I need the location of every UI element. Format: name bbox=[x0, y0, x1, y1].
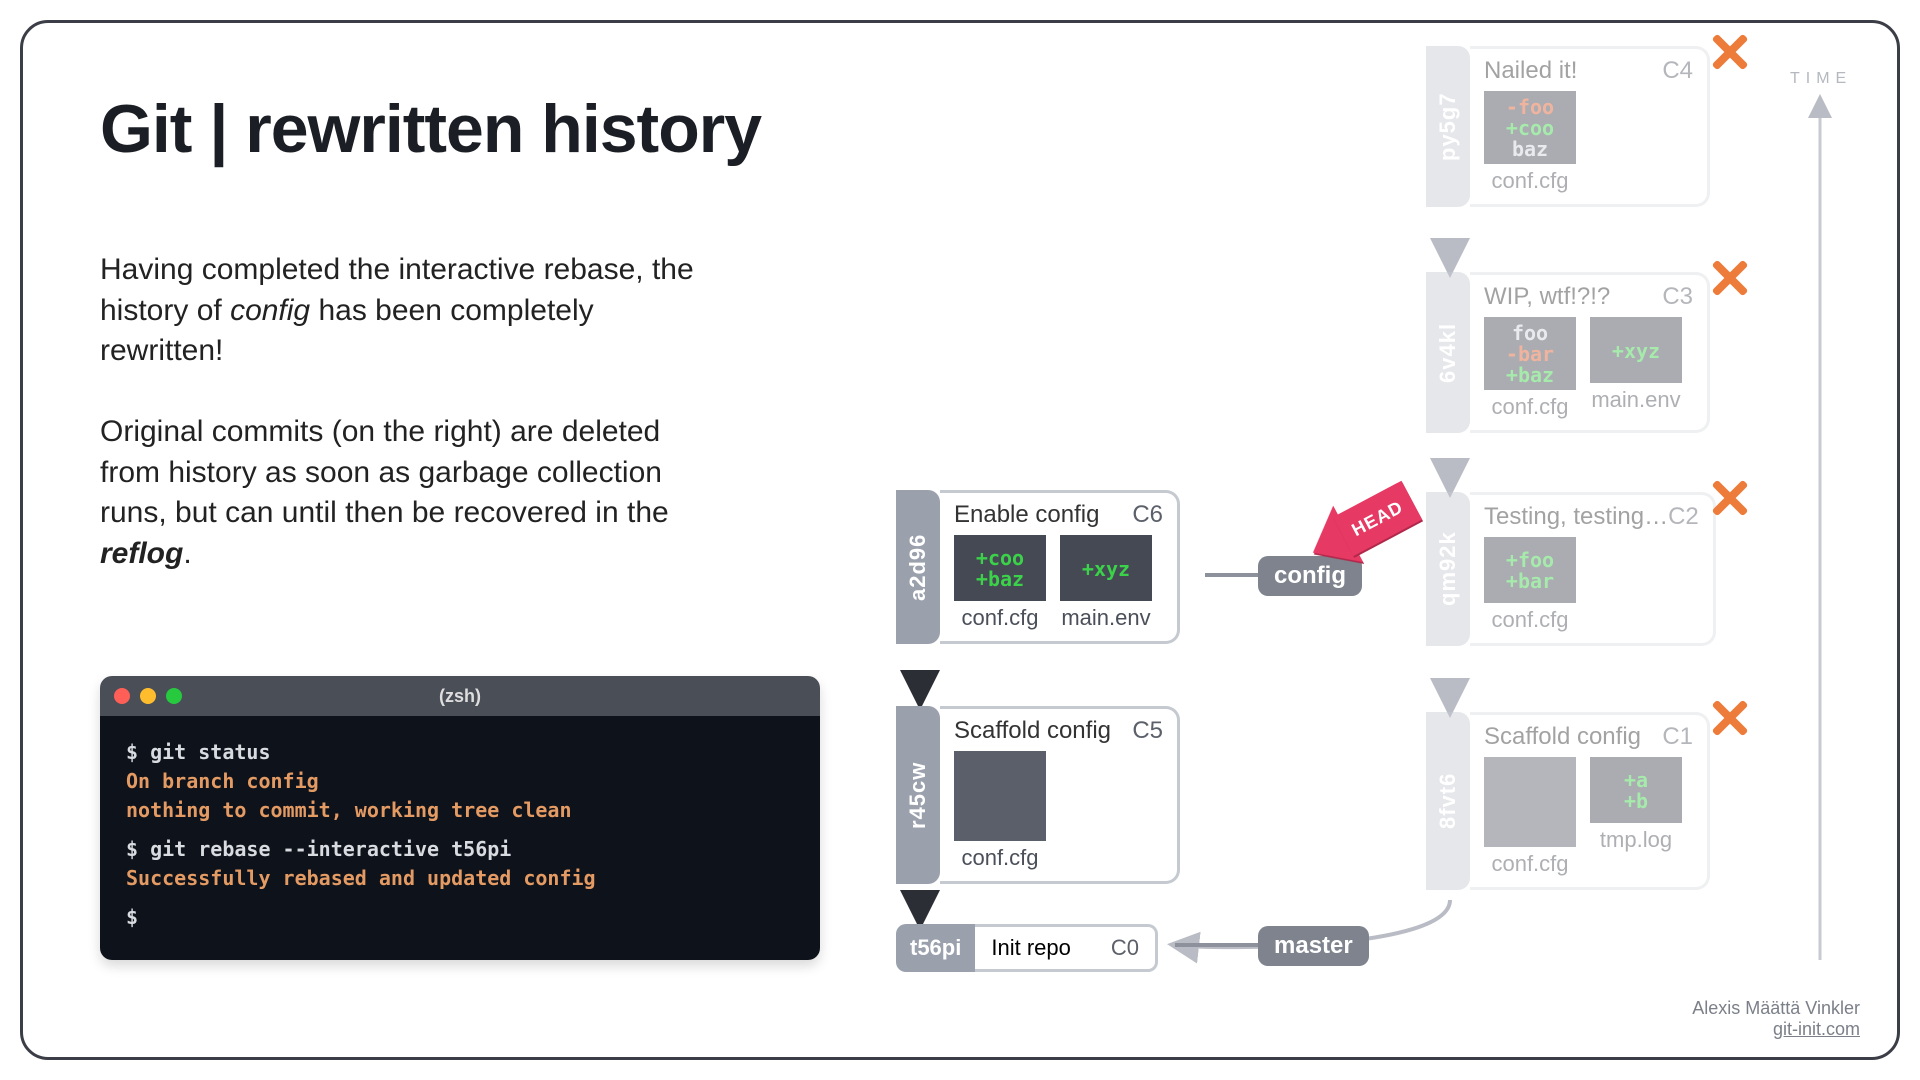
diff-block: +foo +bar bbox=[1484, 537, 1576, 603]
text-emph: config bbox=[230, 294, 310, 327]
paragraph-1: Having completed the interactive rebase,… bbox=[100, 250, 720, 372]
commit-message: Scaffold config bbox=[954, 717, 1111, 745]
file-name: conf.cfg bbox=[954, 605, 1046, 631]
file-name: conf.cfg bbox=[954, 845, 1046, 871]
commit-c6: a2d96 Enable config C6 +coo +baz conf.cf… bbox=[896, 490, 1180, 644]
diff-block: foo -bar +baz bbox=[1484, 317, 1576, 390]
terminal-window: (zsh) $ git status On branch config noth… bbox=[100, 676, 820, 960]
diff-line: +b bbox=[1624, 791, 1648, 812]
diff-block: -foo +coo baz bbox=[1484, 91, 1576, 164]
commit-c0: t56pi Init repo C0 bbox=[896, 924, 1158, 972]
file-name: conf.cfg bbox=[1484, 394, 1576, 420]
diff-block bbox=[1484, 757, 1576, 847]
term-line: On branch config bbox=[126, 767, 794, 796]
commit-hash: qm92k bbox=[1426, 492, 1470, 646]
file-name: conf.cfg bbox=[1484, 607, 1576, 633]
terminal-body: $ git status On branch config nothing to… bbox=[100, 716, 820, 960]
diff-line: baz bbox=[1512, 139, 1548, 160]
commit-label: C1 bbox=[1662, 723, 1693, 751]
file-name: tmp.log bbox=[1590, 827, 1682, 853]
commit-message: Testing, testing… bbox=[1484, 503, 1668, 531]
term-line: $ bbox=[126, 903, 794, 932]
terminal-title: (zsh) bbox=[439, 686, 481, 707]
diff-block: +xyz bbox=[1590, 317, 1682, 383]
file-name: conf.cfg bbox=[1484, 168, 1576, 194]
paragraph-2: Original commits (on the right) are dele… bbox=[100, 412, 720, 574]
commit-message: Nailed it! bbox=[1484, 57, 1577, 85]
diff-line: +baz bbox=[1506, 365, 1554, 386]
zoom-icon bbox=[166, 688, 182, 704]
commit-message: Scaffold config bbox=[1484, 723, 1641, 751]
diff-line: +baz bbox=[976, 569, 1024, 590]
term-line: $ git status bbox=[126, 738, 794, 767]
diff-block: +coo +baz bbox=[954, 535, 1046, 601]
file-name: conf.cfg bbox=[1484, 851, 1576, 877]
commit-hash: py5g7 bbox=[1426, 46, 1470, 207]
commit-hash: a2d96 bbox=[896, 490, 940, 644]
diff-line: +xyz bbox=[1082, 559, 1130, 580]
diff-line: +xyz bbox=[1612, 341, 1660, 362]
deleted-x-icon bbox=[1710, 260, 1746, 296]
diff-line: -bar bbox=[1506, 344, 1554, 365]
author-name: Alexis Määttä Vinkler bbox=[1692, 998, 1860, 1019]
commit-label: C4 bbox=[1662, 57, 1693, 85]
commit-hash: 6v4kl bbox=[1426, 272, 1470, 433]
commit-label: C6 bbox=[1132, 501, 1163, 529]
term-line: Successfully rebased and updated config bbox=[126, 864, 794, 893]
commit-graph: a2d96 Enable config C6 +coo +baz conf.cf… bbox=[860, 20, 1860, 1020]
commit-hash: t56pi bbox=[896, 924, 975, 972]
window-controls bbox=[114, 676, 182, 716]
diff-block: +xyz bbox=[1060, 535, 1152, 601]
minimize-icon bbox=[140, 688, 156, 704]
commit-message: Init repo bbox=[991, 935, 1071, 961]
author-url: git-init.com bbox=[1692, 1019, 1860, 1040]
text: . bbox=[183, 537, 191, 570]
diff-line: -foo bbox=[1506, 97, 1554, 118]
attribution: Alexis Määttä Vinkler git-init.com bbox=[1692, 998, 1860, 1040]
terminal-titlebar: (zsh) bbox=[100, 676, 820, 716]
page-title: Git | rewritten history bbox=[100, 90, 761, 168]
commit-label: C5 bbox=[1132, 717, 1163, 745]
file-name: main.env bbox=[1060, 605, 1152, 631]
diff-block bbox=[954, 751, 1046, 841]
commit-label: C0 bbox=[1111, 935, 1139, 961]
term-line: nothing to commit, working tree clean bbox=[126, 796, 794, 825]
close-icon bbox=[114, 688, 130, 704]
diff-line: +bar bbox=[1506, 571, 1554, 592]
text-emph: reflog bbox=[100, 537, 183, 570]
commit-c1: 8fvt6 Scaffold config C1 conf.cfg +a +b … bbox=[1426, 712, 1710, 890]
commit-message: WIP, wtf!?!? bbox=[1484, 283, 1610, 311]
time-axis-label: TIME bbox=[1790, 70, 1852, 88]
commit-c2: qm92k Testing, testing… C2 +foo +bar con… bbox=[1426, 492, 1716, 646]
file-name: main.env bbox=[1590, 387, 1682, 413]
commit-message: Enable config bbox=[954, 501, 1099, 529]
commit-label: C3 bbox=[1662, 283, 1693, 311]
commit-c5: r45cw Scaffold config C5 conf.cfg bbox=[896, 706, 1180, 884]
diff-block: +a +b bbox=[1590, 757, 1682, 823]
commit-hash: 8fvt6 bbox=[1426, 712, 1470, 890]
diff-line: +foo bbox=[1506, 550, 1554, 571]
diff-line: +coo bbox=[976, 548, 1024, 569]
commit-hash: r45cw bbox=[896, 706, 940, 884]
deleted-x-icon bbox=[1710, 700, 1746, 736]
diff-line: +coo bbox=[1506, 118, 1554, 139]
diff-line: foo bbox=[1512, 323, 1548, 344]
text: Original commits (on the right) are dele… bbox=[100, 415, 669, 529]
commit-c4: py5g7 Nailed it! C4 -foo +coo baz conf.c… bbox=[1426, 46, 1710, 207]
branch-master: master bbox=[1258, 926, 1369, 966]
term-line: $ git rebase --interactive t56pi bbox=[126, 835, 794, 864]
commit-label: C2 bbox=[1668, 503, 1699, 531]
commit-c3: 6v4kl WIP, wtf!?!? C3 foo -bar +baz conf… bbox=[1426, 272, 1710, 433]
diff-line: +a bbox=[1624, 770, 1648, 791]
deleted-x-icon bbox=[1710, 34, 1746, 70]
deleted-x-icon bbox=[1710, 480, 1746, 516]
